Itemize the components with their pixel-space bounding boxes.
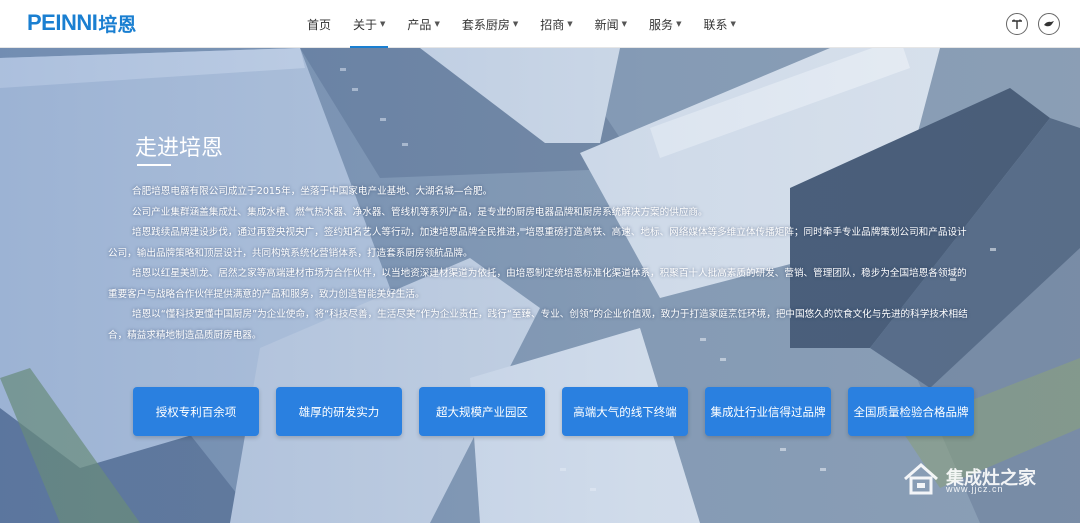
nav-label: 联系 — [703, 17, 728, 32]
feature-industrial-park-button[interactable]: 超大规模产业园区 — [419, 387, 545, 436]
section-title: 走进培恩 — [135, 136, 224, 161]
feature-patents-button[interactable]: 授权专利百余项 — [133, 387, 259, 436]
nav-item-home[interactable]: 首页 — [296, 0, 342, 48]
nav-item-investment[interactable]: 招商 ▼ — [529, 0, 583, 48]
feature-offline-stores-button[interactable]: 高端大气的线下终端 — [562, 387, 688, 436]
nav-item-news[interactable]: 新闻 ▼ — [584, 0, 638, 48]
nav-label: 招商 — [540, 17, 565, 32]
logo-latin: PEINNI — [27, 10, 98, 35]
nav-label: 首页 — [307, 17, 332, 32]
nav-item-products[interactable]: 产品 ▼ — [396, 0, 450, 48]
feature-trusted-brand-button[interactable]: 集成灶行业信得过品牌 — [705, 387, 831, 436]
about-paragraphs: 合肥培恩电器有限公司成立于2015年，坐落于中国家电产业基地、大湖名城—合肥。 … — [108, 182, 973, 346]
nav-label: 关于 — [353, 17, 378, 32]
feature-rnd-button[interactable]: 雄厚的研发实力 — [276, 387, 402, 436]
tmall-icon[interactable] — [1006, 13, 1028, 35]
feature-buttons: 授权专利百余项 雄厚的研发实力 超大规模产业园区 高端大气的线下终端 集成灶行业… — [133, 387, 974, 436]
caret-down-icon: ▼ — [434, 20, 440, 28]
about-paragraph: 公司产业集群涵盖集成灶、集成水槽、燃气热水器、净水器、管线机等系列产品，是专业的… — [132, 206, 708, 218]
nav-label: 服务 — [649, 17, 674, 32]
logo-chinese: 培恩 — [98, 13, 137, 36]
about-paragraph: 合肥培恩电器有限公司成立于2015年，坐落于中国家电产业基地、大湖名城—合肥。 — [132, 186, 493, 197]
nav-item-service[interactable]: 服务 ▼ — [638, 0, 692, 48]
nav-label: 新闻 — [594, 17, 619, 32]
caret-down-icon: ▼ — [567, 20, 573, 28]
nav-item-kitchen-sets[interactable]: 套系厨房 ▼ — [451, 0, 529, 48]
nav-label: 产品 — [407, 17, 432, 32]
nav-item-contact[interactable]: 联系 ▼ — [692, 0, 746, 48]
house-logo-icon — [904, 463, 938, 495]
bird-icon[interactable] — [1038, 13, 1060, 35]
site-header: PEINNI 培恩 首页 关于 ▼ 产品 ▼ 套系厨房 ▼ 招商 ▼ 新闻 ▼ … — [0, 0, 1080, 48]
nav-label: 套系厨房 — [461, 17, 510, 32]
about-paragraph: 培恩以红星美凯龙、居然之家等高端建材市场为合作伙伴，以当地资深建材渠道为依托，由… — [108, 268, 967, 300]
caret-down-icon: ▼ — [730, 20, 736, 28]
nav-item-about[interactable]: 关于 ▼ — [342, 0, 396, 48]
main-nav: 首页 关于 ▼ 产品 ▼ 套系厨房 ▼ 招商 ▼ 新闻 ▼ 服务 ▼ 联系 ▼ — [296, 0, 747, 48]
about-paragraph: 培恩践续品牌建设步伐，通过再登央视央广，签约知名艺人等行动，加速培恩品牌全民推进… — [108, 227, 967, 259]
about-paragraph: 培恩以“懂科技更懂中国厨房”为企业使命，将“科技尽善，生活尽美”作为企业责任，践… — [108, 309, 968, 341]
watermark: 集成灶之家 www.jjcz.cn — [902, 462, 1036, 496]
caret-down-icon: ▼ — [512, 20, 519, 28]
caret-down-icon: ▼ — [621, 20, 628, 28]
watermark-url: www.jjcz.cn — [946, 484, 1004, 494]
title-underline — [137, 164, 171, 166]
caret-down-icon: ▼ — [676, 20, 682, 28]
logo[interactable]: PEINNI 培恩 — [27, 10, 137, 36]
caret-down-icon: ▼ — [380, 20, 386, 28]
feature-quality-brand-button[interactable]: 全国质量检验合格品牌 — [848, 387, 974, 436]
